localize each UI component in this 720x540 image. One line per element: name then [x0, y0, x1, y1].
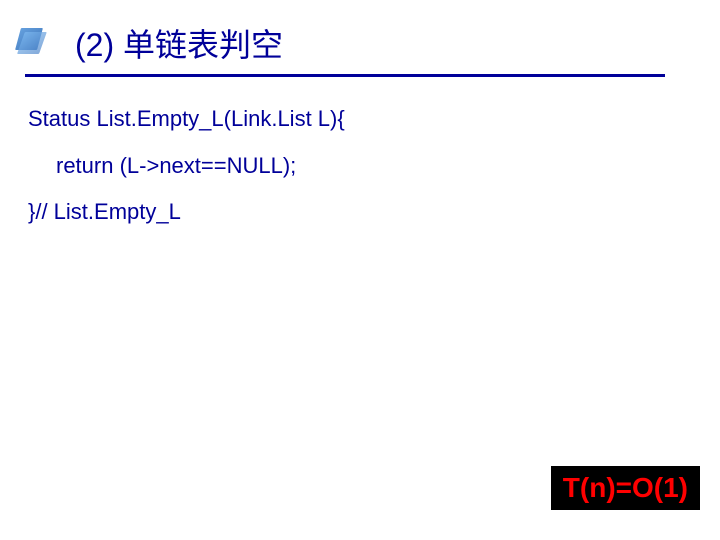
slide-title: (2) 单链表判空 — [75, 20, 720, 74]
decorative-corner-block — [15, 28, 43, 50]
code-block: Status List.Empty_L(Link.List L){ return… — [0, 77, 720, 227]
code-line-1: Status List.Empty_L(Link.List L){ — [28, 105, 720, 134]
complexity-label: T(n)=O(1) — [551, 466, 700, 510]
code-line-2: return (L->next==NULL); — [28, 152, 720, 181]
title-container: (2) 单链表判空 — [0, 0, 720, 77]
code-line-3: }// List.Empty_L — [28, 198, 720, 227]
